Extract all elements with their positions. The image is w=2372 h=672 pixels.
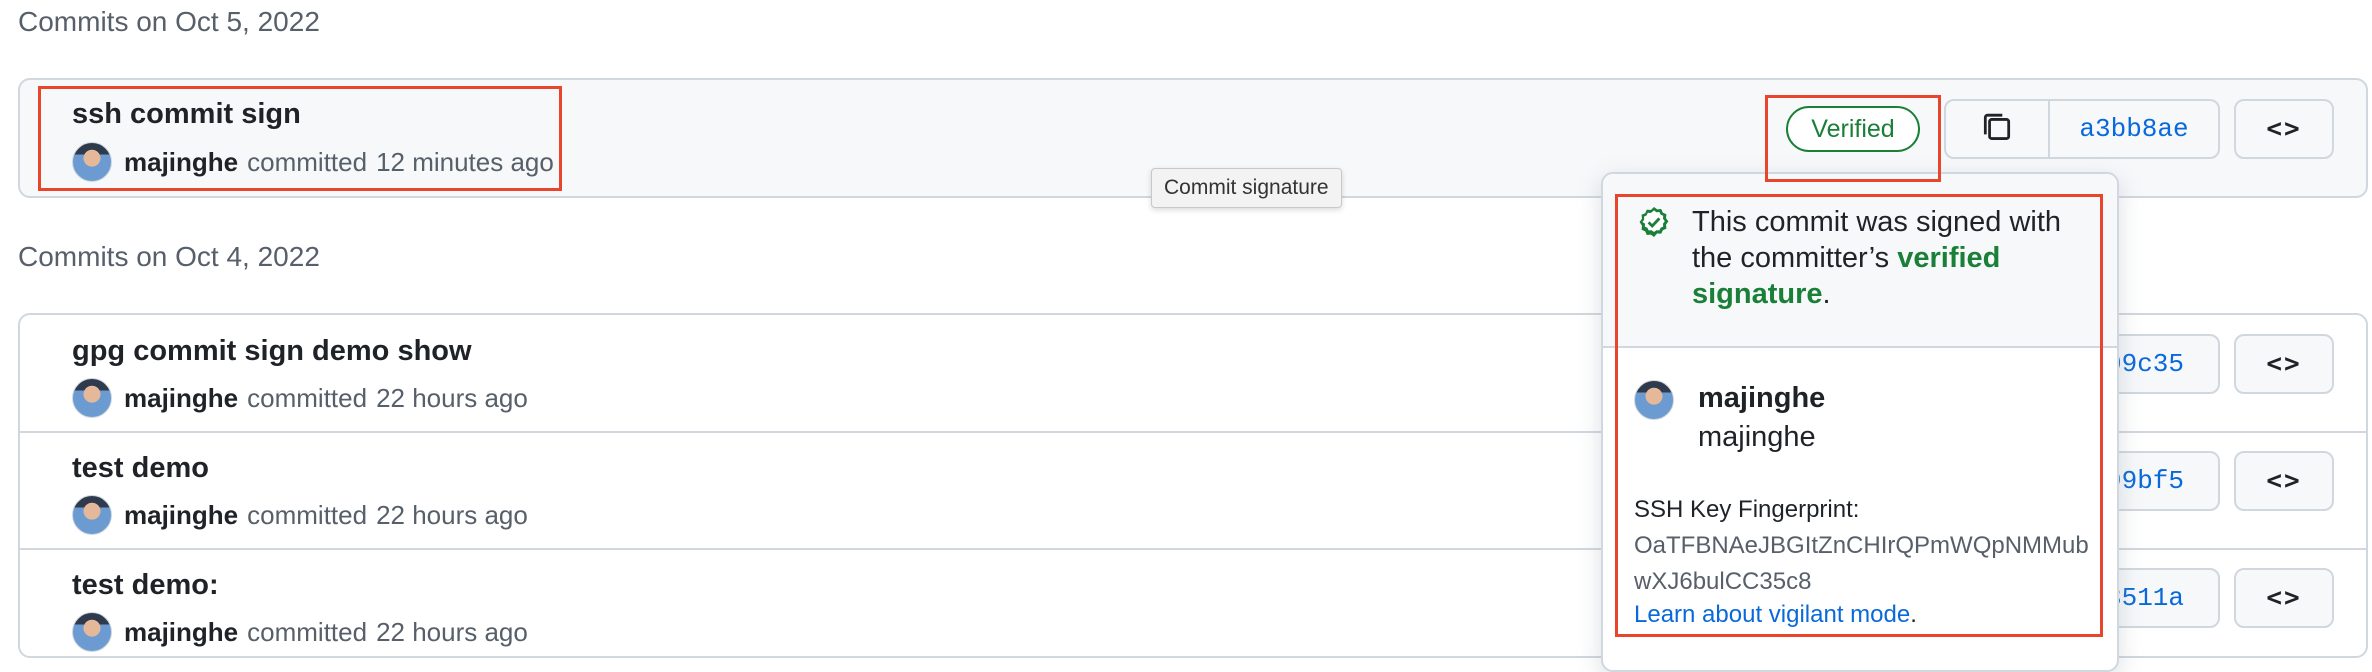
- commit-title-link[interactable]: test demo:: [72, 569, 219, 602]
- commit-action-text: committed: [247, 146, 368, 177]
- browse-repo-button[interactable]: <>: [2234, 451, 2334, 511]
- verified-badge-button[interactable]: Verified: [1786, 106, 1920, 152]
- avatar[interactable]: [1634, 380, 1674, 420]
- commit-meta: majinghe committed 22 hours ago: [72, 495, 528, 535]
- signer-login[interactable]: majinghe: [1698, 382, 1825, 415]
- popover-header: This commit was signed with the committe…: [1603, 174, 2117, 348]
- browse-repo-button[interactable]: <>: [2234, 568, 2334, 628]
- commit-meta: majinghe committed 12 minutes ago: [72, 142, 554, 182]
- check-circle-icon: [1639, 207, 1669, 237]
- sha-button-group: a3bb8ae: [1944, 99, 2220, 159]
- signature-message: This commit was signed with the committe…: [1692, 206, 2062, 310]
- commit-sha-link[interactable]: a3bb8ae: [2050, 101, 2218, 157]
- copy-icon: [1983, 113, 2011, 140]
- learn-vigilant-mode-link[interactable]: Learn about vigilant mode: [1634, 601, 1910, 628]
- learn-vigilant-mode-link-wrap: Learn about vigilant mode.: [1634, 601, 1917, 628]
- browse-repo-button[interactable]: <>: [2234, 99, 2334, 159]
- commit-title-link[interactable]: ssh commit sign: [72, 98, 301, 131]
- commit-author-link[interactable]: majinghe: [124, 500, 238, 531]
- commit-meta: majinghe committed 22 hours ago: [72, 378, 528, 418]
- fingerprint-value: OaTFBNAeJBGItZnCHIrQPmWQpNMMubwXJ6bulCC3…: [1634, 532, 2089, 595]
- commit-signature-tooltip: Commit signature: [1151, 168, 1342, 208]
- commit-time: 22 hours ago: [376, 616, 528, 647]
- commit-action-text: committed: [247, 616, 368, 647]
- commit-title-link[interactable]: gpg commit sign demo show: [72, 335, 472, 368]
- avatar[interactable]: [72, 142, 112, 182]
- commit-action-text: committed: [247, 382, 368, 413]
- commit-group-heading: Commits on Oct 5, 2022: [18, 6, 320, 37]
- commit-title-link[interactable]: test demo: [72, 452, 209, 485]
- commit-time: 12 minutes ago: [376, 146, 554, 177]
- commit-meta: majinghe committed 22 hours ago: [72, 612, 528, 652]
- signer-name: majinghe: [1698, 421, 1816, 453]
- code-icon: <>: [2266, 114, 2302, 144]
- commit-group-heading: Commits on Oct 4, 2022: [18, 241, 320, 272]
- commit-time: 22 hours ago: [376, 382, 528, 413]
- fingerprint-label: SSH Key Fingerprint:: [1634, 496, 1860, 523]
- commit-time: 22 hours ago: [376, 499, 528, 530]
- code-icon: <>: [2266, 466, 2302, 496]
- commit-author-link[interactable]: majinghe: [124, 147, 238, 178]
- commit-author-link[interactable]: majinghe: [124, 617, 238, 648]
- avatar[interactable]: [72, 495, 112, 535]
- commit-author-link[interactable]: majinghe: [124, 383, 238, 414]
- avatar[interactable]: [72, 612, 112, 652]
- commit-action-text: committed: [247, 499, 368, 530]
- code-icon: <>: [2266, 349, 2302, 379]
- copy-sha-button[interactable]: [1946, 101, 2050, 157]
- code-icon: <>: [2266, 583, 2302, 613]
- browse-repo-button[interactable]: <>: [2234, 334, 2334, 394]
- avatar[interactable]: [72, 378, 112, 418]
